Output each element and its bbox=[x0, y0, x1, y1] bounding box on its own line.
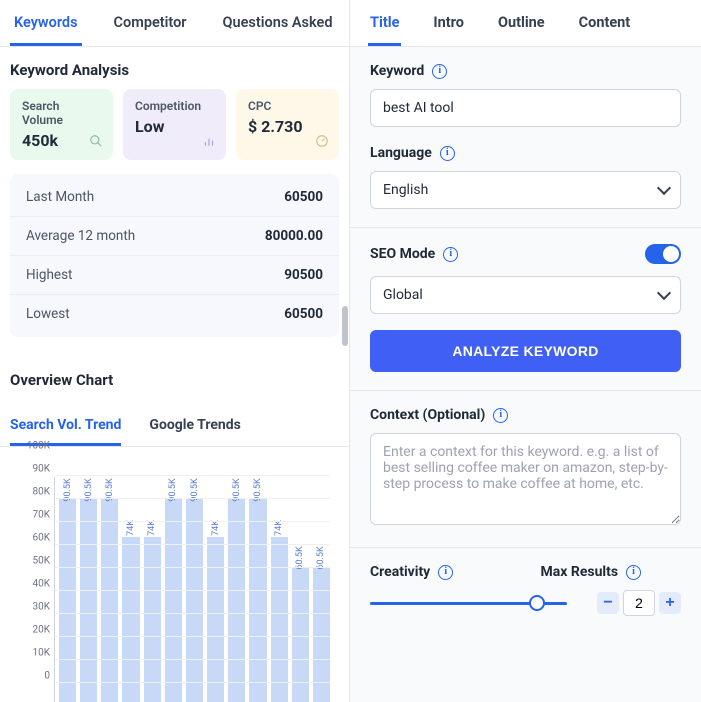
gauge-icon bbox=[315, 134, 329, 148]
info-icon[interactable]: i bbox=[493, 408, 508, 423]
seo-mode-label: SEO Mode bbox=[370, 246, 435, 262]
info-icon[interactable]: i bbox=[438, 565, 453, 580]
metric-label: Competition bbox=[135, 99, 214, 113]
info-icon[interactable]: i bbox=[626, 565, 641, 580]
keyword-input[interactable] bbox=[370, 89, 681, 127]
scrollbar-thumb[interactable] bbox=[342, 306, 348, 346]
max-results-label: Max Results bbox=[541, 564, 619, 580]
tab-outline[interactable]: Outline bbox=[496, 0, 547, 46]
info-icon[interactable]: i bbox=[440, 146, 455, 161]
info-icon[interactable]: i bbox=[432, 64, 447, 79]
stepper-minus-button[interactable]: − bbox=[597, 592, 619, 614]
analyze-keyword-button[interactable]: ANALYZE KEYWORD bbox=[370, 330, 681, 372]
creativity-label: Creativity bbox=[370, 564, 430, 580]
stat-value: 60500 bbox=[284, 189, 323, 205]
tab-content[interactable]: Content bbox=[577, 0, 633, 46]
search-icon bbox=[89, 134, 103, 148]
tab-keywords[interactable]: Keywords bbox=[10, 0, 82, 46]
search-volume-chart: 010K20K30K40K50K60K70K80K90K100K 90.5K90… bbox=[20, 477, 330, 702]
overview-chart-header: Overview Chart bbox=[0, 357, 349, 399]
chart-plot: 90.5K90.5K90.5K74K74K90.5K90.5K74K90.5K9… bbox=[54, 477, 330, 702]
stat-label: Last Month bbox=[26, 189, 94, 205]
keyword-analysis-header: Keyword Analysis bbox=[0, 47, 349, 89]
seo-mode-toggle[interactable] bbox=[645, 244, 681, 264]
stat-value: 90500 bbox=[284, 267, 323, 283]
stat-row: Last Month 60500 bbox=[10, 178, 339, 216]
context-label: Context (Optional) bbox=[370, 407, 485, 423]
metrics-row: Search Volume 450k Competition Low CPC $… bbox=[0, 89, 349, 174]
stat-value: 60500 bbox=[284, 306, 323, 322]
stat-value: 80000.00 bbox=[265, 228, 323, 244]
stats-table: Last Month 60500 Average 12 month 80000.… bbox=[10, 174, 339, 337]
stat-row: Lowest 60500 bbox=[10, 294, 339, 333]
metric-competition: Competition Low bbox=[123, 89, 226, 160]
metric-label: Search Volume bbox=[22, 99, 101, 127]
chart-tabs: Search Vol. Trend Google Trends bbox=[0, 399, 349, 447]
stat-row: Average 12 month 80000.00 bbox=[10, 216, 339, 255]
left-tabs: Keywords Competitor Questions Asked bbox=[0, 0, 349, 47]
stat-row: Highest 90500 bbox=[10, 255, 339, 294]
right-tabs: Title Intro Outline Content bbox=[350, 0, 701, 47]
stepper-input[interactable] bbox=[623, 590, 655, 616]
info-icon[interactable]: i bbox=[443, 247, 458, 262]
language-label: Language bbox=[370, 145, 432, 161]
language-select[interactable]: English bbox=[370, 171, 681, 209]
stat-label: Lowest bbox=[26, 306, 70, 322]
tab-title[interactable]: Title bbox=[368, 0, 401, 46]
keyword-label: Keyword bbox=[370, 63, 424, 79]
max-results-stepper: − + bbox=[597, 590, 681, 616]
seo-scope-select[interactable]: Global bbox=[370, 276, 681, 314]
context-textarea[interactable] bbox=[370, 433, 681, 525]
tab-google-trends[interactable]: Google Trends bbox=[149, 407, 240, 446]
stat-label: Average 12 month bbox=[26, 228, 135, 244]
chart-y-axis: 010K20K30K40K50K60K70K80K90K100K bbox=[10, 477, 50, 702]
tab-intro[interactable]: Intro bbox=[431, 0, 466, 46]
metric-cpc: CPC $ 2.730 bbox=[236, 89, 339, 160]
tab-competitor[interactable]: Competitor bbox=[110, 0, 191, 46]
scrollbar[interactable] bbox=[341, 46, 349, 702]
tab-questions[interactable]: Questions Asked bbox=[219, 0, 337, 46]
stepper-plus-button[interactable]: + bbox=[659, 592, 681, 614]
stat-label: Highest bbox=[26, 267, 72, 283]
metric-search-volume: Search Volume 450k bbox=[10, 89, 113, 160]
creativity-slider[interactable] bbox=[370, 593, 567, 613]
metric-label: CPC bbox=[248, 99, 327, 113]
bars-icon bbox=[202, 134, 216, 148]
